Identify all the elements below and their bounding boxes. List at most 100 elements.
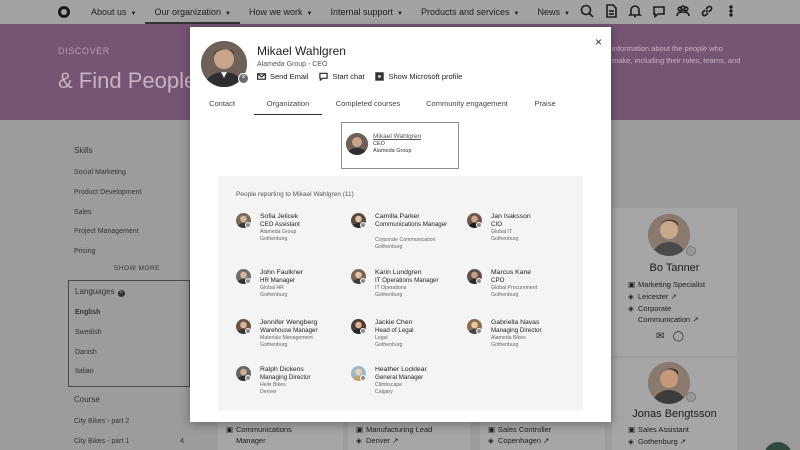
nav-how-we-work[interactable]: How we work ▼ [240, 0, 321, 24]
filter-item-label: City Bikes - part 2 [74, 418, 130, 426]
avatar [346, 133, 368, 155]
person-name: Bo Tanner [649, 262, 700, 274]
caret-down-icon: ▼ [513, 11, 520, 17]
people-icon[interactable] [676, 4, 690, 18]
person-card[interactable]: ▣ Sales Controller ◈ Copenhagen ↗ [480, 422, 605, 450]
send-email-button[interactable]: Send Email [257, 72, 308, 81]
nav-internal-support[interactable]: Internal support ▼ [321, 0, 412, 24]
report-title: Head of Legal [375, 327, 414, 334]
avatar [648, 362, 690, 404]
tab-praise[interactable]: Praise [520, 97, 570, 115]
nav-about-label: About us [91, 7, 127, 17]
report-city: Gothenburg [375, 341, 403, 348]
filter-item[interactable]: City Bikes - part 2 [68, 412, 190, 432]
tab-completed-courses[interactable]: Completed courses [322, 97, 414, 115]
status-badge: × [238, 73, 249, 84]
org-chart-current-person[interactable]: Mikael Wahlgren CEO Alameda Group [341, 122, 459, 169]
filter-item[interactable]: Product Development [68, 183, 190, 203]
report-city: Gothenburg [491, 341, 519, 348]
search-icon[interactable] [580, 4, 594, 18]
close-icon[interactable]: × [595, 35, 602, 49]
report-name: Jan Isaksson [491, 213, 531, 220]
start-chat-label: Start chat [332, 72, 365, 81]
filter-item[interactable]: Social Marketing [68, 163, 190, 183]
mail-icon[interactable]: ✉ [656, 331, 664, 342]
report-city: Gothenburg [491, 291, 519, 298]
filter-item[interactable]: English [69, 303, 189, 323]
person-dept[interactable]: ◈ Corporate [628, 304, 671, 313]
person-city[interactable]: ◈ Leicester ↗ [628, 292, 677, 301]
person-title: ▣ Sales Controller [488, 425, 551, 434]
reports-panel: People reporting to Mikael Wahlgren (11)… [218, 176, 583, 410]
report-title: General Manager [375, 374, 424, 381]
send-email-label: Send Email [270, 72, 309, 81]
show-profile-button[interactable]: Show Microsoft profile [375, 72, 462, 81]
report-city: Gothenburg [375, 243, 403, 250]
filter-item[interactable]: Pricing [68, 242, 190, 262]
person-card[interactable]: ▣ Communications Manager [218, 422, 343, 450]
nav-about-us[interactable]: About us ▼ [82, 0, 145, 24]
course-filter: Course City Bikes - part 2 City Bikes - … [68, 395, 190, 450]
filter-item[interactable]: Swedish [69, 323, 189, 343]
bell-icon[interactable] [628, 4, 642, 18]
report-name: Ralph Dickens [260, 366, 304, 373]
report-title: Managing Director [491, 327, 542, 334]
person-dept-text: Corporate [638, 304, 672, 313]
person-city[interactable]: ◈ Copenhagen ↗ [488, 436, 549, 445]
report-city: Gothenburg [260, 291, 288, 298]
hero-kicker: DISCOVER [58, 46, 110, 56]
person-card[interactable]: ▣ Manufacturing Lead ◈ Denver ↗ [348, 422, 470, 450]
profile-subtitle: Alameda Group - CEO [257, 61, 328, 68]
nav-news[interactable]: News ▼ [528, 0, 578, 24]
report-title: Communications Manager [375, 221, 448, 228]
filter-item[interactable]: City Bikes - part 1 4 [68, 432, 190, 450]
chat-icon[interactable]: ◯ [673, 331, 684, 342]
filter-item[interactable]: Danish [69, 343, 189, 363]
start-chat-button[interactable]: Start chat [319, 72, 364, 81]
profile-name: Mikael Wahlgren [257, 44, 346, 58]
org-person-name[interactable]: Mikael Wahlgren [373, 133, 421, 140]
report-city: Gothenburg [260, 235, 288, 242]
filter-item[interactable]: Sales [68, 203, 190, 223]
caret-down-icon: ▼ [306, 11, 313, 17]
person-title: ▣ Manufacturing Lead [356, 425, 432, 434]
person-city[interactable]: ◈ Gothenburg ↗ [628, 437, 686, 446]
chat-icon[interactable] [652, 4, 666, 18]
status-badge [476, 222, 482, 228]
report-title: CPO [491, 277, 505, 284]
filter-item[interactable]: Project Management [68, 222, 190, 242]
logo-icon[interactable] [58, 6, 70, 18]
person-dept-2[interactable]: Communication ↗ [638, 315, 698, 324]
report-city: Gothenburg [375, 291, 403, 298]
report-title: Warehouse Manager [260, 327, 318, 334]
report-title: HR Manager [260, 277, 296, 284]
person-city-text: Leicester [638, 292, 669, 301]
profile-modal: × × Mikael Wahlgren Alameda Group - CEO … [190, 27, 611, 422]
briefcase-icon: ▣ [488, 425, 496, 434]
report-name: Camilla Parker [375, 213, 420, 220]
show-more-button[interactable]: SHOW MORE [84, 262, 190, 276]
person-city[interactable]: ◈ Denver ↗ [356, 436, 399, 445]
tab-contact[interactable]: Contact [190, 97, 254, 115]
status-badge [245, 328, 251, 334]
report-name: Sofia Jelicek [260, 213, 299, 220]
nav-our-organization[interactable]: Our organization ▼ [145, 0, 240, 24]
person-card[interactable]: Bo Tanner ▣ Marketing Specialist ◈ Leicest… [612, 208, 737, 356]
status-badge [360, 222, 366, 228]
link-icon[interactable] [700, 4, 714, 18]
filter-item[interactable]: Italian [69, 362, 189, 382]
help-fab-button[interactable] [764, 442, 792, 450]
more-icon[interactable] [724, 4, 738, 18]
report-title: IT Operations Manager [375, 277, 439, 284]
report-city: Calgary [375, 388, 393, 395]
document-icon[interactable] [604, 4, 618, 18]
nav-products-services[interactable]: Products and services ▼ [412, 0, 529, 24]
profile-tabs: Contact Organization Completed courses C… [190, 97, 611, 115]
report-name: Jennifer Wengberg [260, 319, 318, 326]
clear-filter-icon[interactable]: × [117, 289, 125, 297]
org-icon: ◈ [628, 304, 634, 313]
person-card[interactable]: Jonas Bengtsson ▣ Sales Assistant ◈ Gothen… [612, 358, 737, 450]
person-city-text: Denver [366, 436, 391, 445]
tab-organization[interactable]: Organization [254, 97, 322, 115]
tab-community-engagement[interactable]: Community engagement [414, 97, 520, 115]
